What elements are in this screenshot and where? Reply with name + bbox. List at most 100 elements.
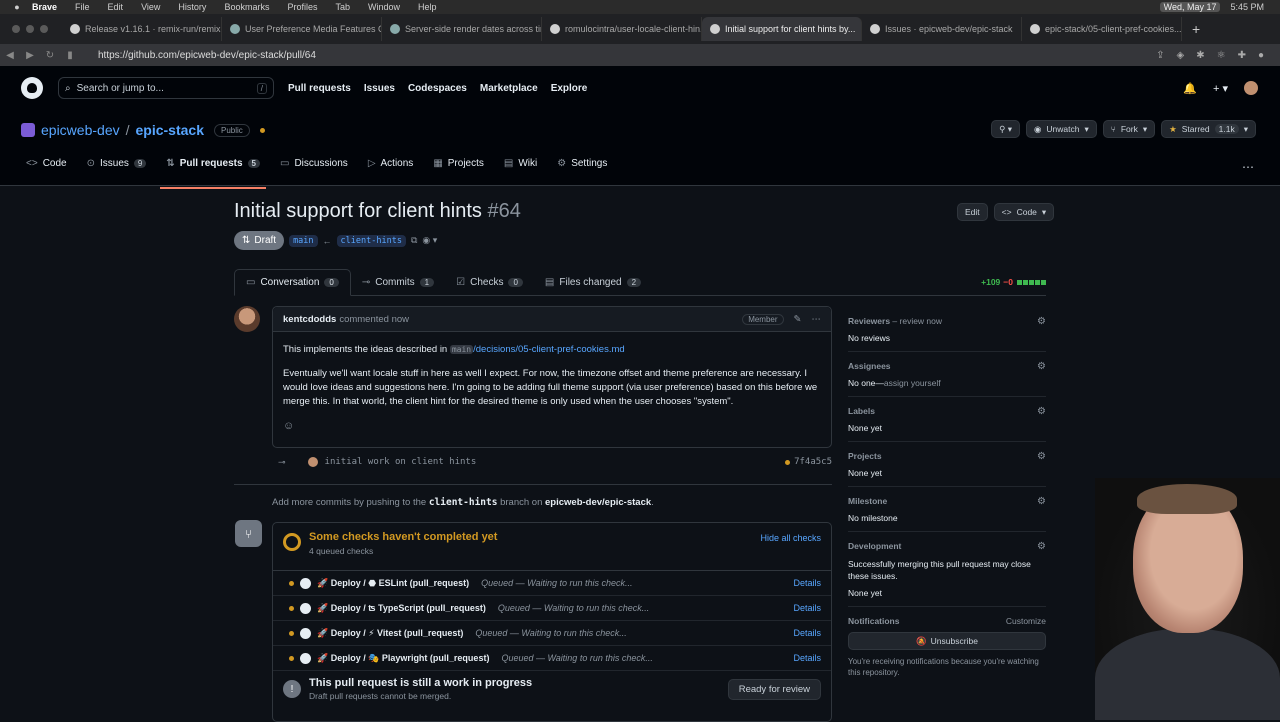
code-dropdown-button[interactable]: <> Code ▾: [993, 203, 1055, 221]
nav-marketplace[interactable]: Marketplace: [480, 83, 538, 94]
browser-tab[interactable]: romulocintra/user-locale-client-hin...: [542, 17, 702, 41]
base-branch[interactable]: main: [289, 234, 318, 247]
assign-yourself-link[interactable]: assign yourself: [884, 378, 941, 388]
repo-tab-actions[interactable]: ▷ Actions: [368, 158, 414, 177]
bookmark-icon[interactable]: ▮: [60, 50, 80, 61]
brave-shield-icon[interactable]: ◈: [1177, 50, 1185, 61]
nav-explore[interactable]: Explore: [551, 83, 588, 94]
repo-tab-issues[interactable]: ⊙ Issues 9: [87, 158, 147, 177]
repo-tab-projects[interactable]: ▦ Projects: [433, 158, 484, 177]
menubar-item-window[interactable]: Window: [368, 2, 400, 12]
create-new-icon[interactable]: + ▾: [1213, 82, 1228, 95]
nav-pull-requests[interactable]: Pull requests: [288, 83, 351, 94]
edit-title-button[interactable]: Edit: [957, 203, 988, 221]
back-icon[interactable]: ◀: [0, 50, 20, 61]
new-tab-icon[interactable]: +: [1192, 21, 1200, 37]
extension-icon[interactable]: ✱: [1196, 50, 1204, 61]
macos-menubar: ● Brave File Edit View History Bookmarks…: [0, 0, 1280, 14]
reload-icon[interactable]: ↻: [40, 50, 60, 61]
customize-link[interactable]: Customize: [1006, 616, 1046, 626]
browser-tab[interactable]: Server-side render dates across tim...: [382, 17, 542, 41]
menubar-item-edit[interactable]: Edit: [108, 2, 124, 12]
zoom-window-button[interactable]: [40, 25, 48, 33]
check-details-link[interactable]: Details: [793, 628, 821, 638]
hide-all-checks-link[interactable]: Hide all checks: [760, 533, 821, 543]
url-field[interactable]: https://github.com/epicweb-dev/epic-stac…: [98, 50, 316, 61]
repo-tab-discussions[interactable]: ▭ Discussions: [280, 158, 348, 177]
decision-doc-link[interactable]: /decisions/05-client-pref-cookies.md: [473, 344, 625, 355]
forward-icon[interactable]: ▶: [20, 50, 40, 61]
nav-issues[interactable]: Issues: [364, 83, 395, 94]
copy-icon[interactable]: ⧉: [411, 235, 417, 246]
repo-tab-code[interactable]: <> Code: [26, 158, 67, 177]
menubar-date[interactable]: Wed, May 17: [1159, 2, 1221, 12]
commit-author-avatar[interactable]: [307, 457, 318, 467]
repo-tab-wiki[interactable]: ▤ Wiki: [504, 158, 537, 177]
menubar-item-help[interactable]: Help: [418, 2, 437, 12]
share-icon[interactable]: ⇪: [1156, 50, 1164, 61]
menubar-item-tab[interactable]: Tab: [335, 2, 350, 12]
fork-button[interactable]: ⑂ Fork ▾: [1102, 120, 1156, 138]
author-avatar[interactable]: [234, 306, 260, 332]
labels-gear-icon[interactable]: ⚙: [1037, 406, 1046, 417]
check-status: Queued — Waiting to run this check...: [497, 603, 650, 613]
ready-for-review-button[interactable]: Ready for review: [727, 678, 821, 700]
milestone-title: Milestone: [848, 496, 888, 506]
comment-author[interactable]: kentcdodds: [283, 314, 336, 325]
unsubscribe-button[interactable]: 🔕 Unsubscribe: [848, 632, 1046, 650]
check-details-link[interactable]: Details: [793, 603, 821, 613]
repo-owner-link[interactable]: epicweb-dev: [41, 122, 120, 138]
menubar-item-bookmarks[interactable]: Bookmarks: [224, 2, 269, 12]
pencil-icon[interactable]: ✎: [794, 314, 802, 325]
watch-settings-button[interactable]: ⚲ ▾: [991, 120, 1020, 138]
nav-codespaces[interactable]: Codespaces: [408, 83, 467, 94]
kebab-menu-icon[interactable]: ⋯: [812, 314, 822, 325]
tab-conversation[interactable]: ▭ Conversation 0: [234, 269, 351, 296]
issue-icon: ⊙: [86, 158, 95, 169]
browser-tab-active[interactable]: Initial support for client hints by...✕: [702, 17, 862, 41]
tab-files-changed[interactable]: ▤ Files changed 2: [534, 269, 652, 295]
milestone-gear-icon[interactable]: ⚙: [1037, 496, 1046, 507]
menubar-app-name[interactable]: Brave: [32, 2, 57, 12]
menubar-item-file[interactable]: File: [75, 2, 90, 12]
menubar-time[interactable]: 5:45 PM: [1230, 2, 1264, 12]
react-devtools-icon[interactable]: ⚛: [1217, 50, 1226, 61]
apple-icon[interactable]: ●: [12, 2, 22, 12]
close-window-button[interactable]: [12, 25, 20, 33]
repo-tab-settings[interactable]: ⚙ Settings: [557, 158, 607, 177]
development-gear-icon[interactable]: ⚙: [1037, 541, 1046, 552]
head-branch[interactable]: client-hints: [336, 234, 406, 247]
repo-name-link[interactable]: epic-stack: [136, 122, 204, 138]
reviewers-gear-icon[interactable]: ⚙: [1037, 316, 1046, 327]
menubar-item-profiles[interactable]: Profiles: [287, 2, 317, 12]
tab-commits[interactable]: ⊸ Commits 1: [351, 269, 445, 295]
minimize-window-button[interactable]: [26, 25, 34, 33]
puzzle-icon[interactable]: ✚: [1238, 50, 1246, 61]
assignees-gear-icon[interactable]: ⚙: [1037, 361, 1046, 372]
user-avatar[interactable]: [1244, 81, 1258, 95]
check-details-link[interactable]: Details: [793, 653, 821, 663]
menubar-item-history[interactable]: History: [178, 2, 206, 12]
browser-tab[interactable]: epic-stack/05-client-pref-cookies...: [1022, 17, 1182, 41]
browser-tab[interactable]: Release v1.16.1 · remix-run/remix: [62, 17, 222, 41]
add-reaction-icon[interactable]: ☺: [283, 419, 821, 433]
starred-button[interactable]: ★ Starred 1.1k ▾: [1161, 120, 1256, 138]
check-details-link[interactable]: Details: [793, 578, 821, 588]
notification-bell-icon[interactable]: 🔔: [1183, 82, 1197, 95]
projects-gear-icon[interactable]: ⚙: [1037, 451, 1046, 462]
search-input[interactable]: ⌕ Search or jump to... /: [58, 77, 274, 99]
github-logo-icon[interactable]: [21, 77, 43, 99]
menubar-item-view[interactable]: View: [141, 2, 160, 12]
commit-sha[interactable]: 7f4a5c5: [794, 457, 832, 467]
more-options-icon[interactable]: ⋯: [1242, 160, 1254, 174]
browser-tab[interactable]: User Preference Media Features Cli...: [222, 17, 382, 41]
pending-status-dot-icon[interactable]: [785, 459, 791, 465]
browser-tab[interactable]: Issues · epicweb-dev/epic-stack: [862, 17, 1022, 41]
commit-message[interactable]: initial work on client hints: [325, 457, 477, 467]
unwatch-button[interactable]: ◉ Unwatch ▾: [1025, 120, 1097, 138]
comment-timestamp[interactable]: commented now: [339, 314, 409, 325]
eye-dropdown-icon[interactable]: ◉ ▾: [422, 235, 437, 246]
profile-icon[interactable]: ●: [1258, 50, 1264, 61]
repo-tab-pull-requests[interactable]: ⇅ Pull requests 5: [160, 158, 266, 189]
tab-checks[interactable]: ☑ Checks 0: [445, 269, 534, 295]
